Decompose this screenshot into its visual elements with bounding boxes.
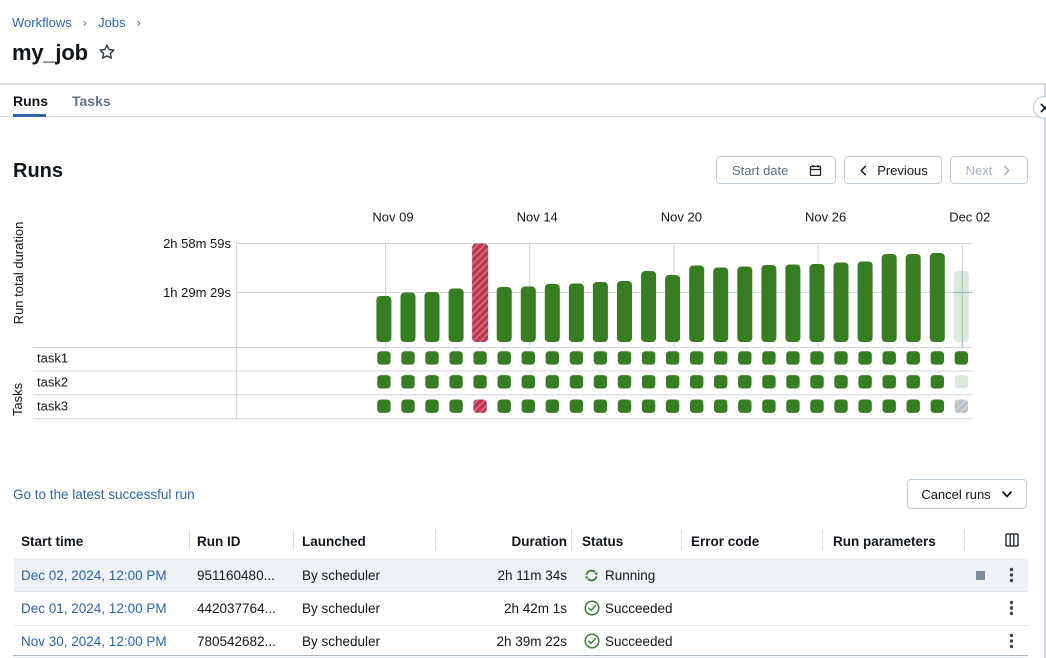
svg-text:task2: task2 [37,374,68,389]
svg-text:1h 29m 29s: 1h 29m 29s [163,285,231,300]
svg-text:Nov 20: Nov 20 [661,210,702,225]
svg-text:Nov 09: Nov 09 [372,210,413,225]
svg-text:Nov 14: Nov 14 [517,210,558,225]
svg-text:2h 58m 59s: 2h 58m 59s [163,236,231,251]
svg-text:Dec 02: Dec 02 [949,210,990,225]
svg-text:task3: task3 [37,399,68,414]
svg-text:Tasks: Tasks [10,382,25,416]
svg-text:Run total duration: Run total duration [11,222,26,325]
svg-text:Nov 26: Nov 26 [805,210,846,225]
svg-text:task1: task1 [37,350,68,365]
